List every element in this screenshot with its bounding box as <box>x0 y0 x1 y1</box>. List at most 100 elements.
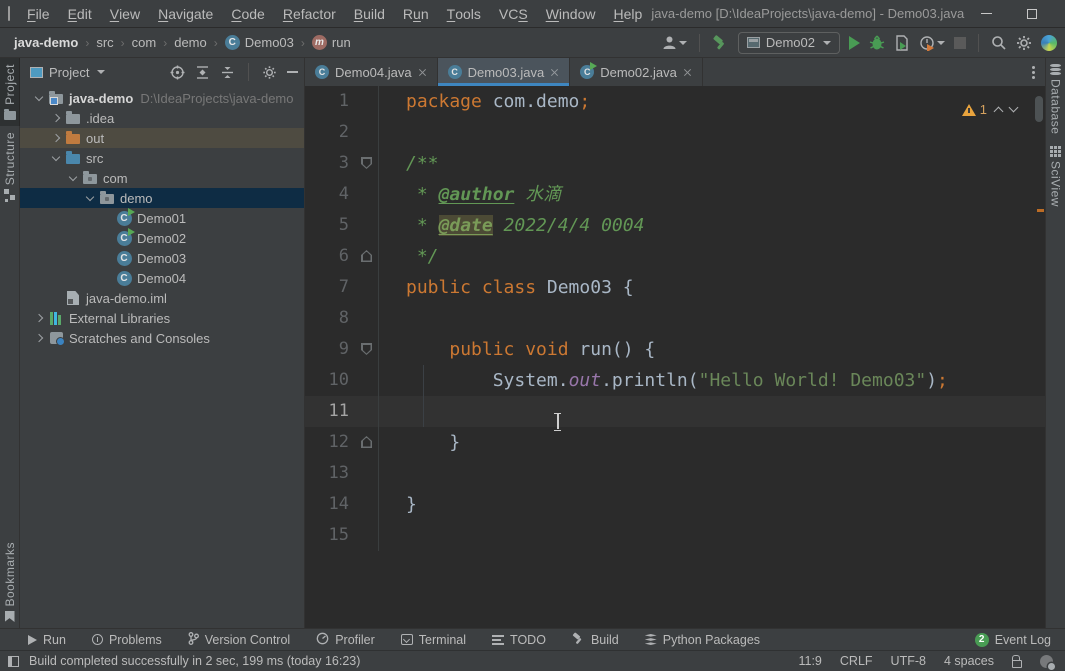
tab-close-icon[interactable] <box>550 68 559 77</box>
code-line-1[interactable]: 1package com.demo; <box>305 86 1045 117</box>
breadcrumb-item-demo[interactable]: demo <box>174 35 207 50</box>
code-line-4[interactable]: 4 * @author 水滴 <box>305 179 1045 210</box>
debug-button[interactable] <box>869 35 885 51</box>
tree-item--idea[interactable]: .idea <box>20 108 304 128</box>
run-with-coverage-button[interactable] <box>894 35 910 51</box>
project-view-selector[interactable]: Project <box>49 65 89 80</box>
toolwindow-button-python-packages[interactable]: Python Packages <box>645 633 760 647</box>
menu-code[interactable]: Code <box>222 0 273 28</box>
line-separator-widget[interactable]: CRLF <box>840 654 873 668</box>
tree-item-src[interactable]: src <box>20 148 304 168</box>
fold-start-icon[interactable] <box>361 343 372 355</box>
tree-item-demo02[interactable]: CDemo02 <box>20 228 304 248</box>
minimize-button[interactable] <box>964 0 1009 28</box>
breadcrumb-item-demo03[interactable]: CDemo03 <box>225 35 294 50</box>
run-configuration-select[interactable]: Demo02 <box>738 32 840 54</box>
settings-sync-icon[interactable] <box>1040 655 1053 668</box>
settings-gear-button[interactable] <box>1016 35 1032 51</box>
stripe-button-project[interactable]: Project <box>0 58 20 126</box>
chevron-collapsed-icon[interactable] <box>49 111 63 125</box>
tab-demo04-java[interactable]: CDemo04.java <box>305 58 438 86</box>
menu-file[interactable]: File <box>18 0 59 28</box>
tab-options-button[interactable] <box>1022 58 1045 86</box>
menu-vcs[interactable]: VCS <box>490 0 537 28</box>
caret-position-widget[interactable]: 11:9 <box>798 654 821 668</box>
code-line-7[interactable]: 7public class Demo03 { <box>305 272 1045 303</box>
search-everywhere-button[interactable] <box>991 35 1007 51</box>
breadcrumb-item-run[interactable]: mrun <box>312 35 351 50</box>
chevron-expanded-icon[interactable] <box>66 171 80 185</box>
toolwindow-button-todo[interactable]: TODO <box>492 633 546 647</box>
tree-item-external-libraries[interactable]: External Libraries <box>20 308 304 328</box>
menu-run[interactable]: Run <box>394 0 438 28</box>
chevron-expanded-icon[interactable] <box>32 91 46 105</box>
code-line-3[interactable]: 3/** <box>305 148 1045 179</box>
stripe-button-database[interactable]: Database <box>1046 58 1065 140</box>
code-line-10[interactable]: 10 System.out.println("Hello World! Demo… <box>305 365 1045 396</box>
profile-button[interactable] <box>662 35 687 50</box>
chevron-down-icon[interactable] <box>97 70 105 74</box>
toolwindow-button-run[interactable]: Run <box>28 633 66 647</box>
previous-problem-button[interactable] <box>994 107 1004 117</box>
inspections-widget[interactable]: 1 <box>962 94 1017 125</box>
toolwindow-toggle-icon[interactable] <box>8 656 19 667</box>
indent-widget[interactable]: 4 spaces <box>944 654 994 668</box>
menu-tools[interactable]: Tools <box>438 0 490 28</box>
chevron-expanded-icon[interactable] <box>83 191 97 205</box>
code-line-8[interactable]: 8 <box>305 303 1045 334</box>
hide-panel-button[interactable] <box>287 71 298 73</box>
chevron-expanded-icon[interactable] <box>49 151 63 165</box>
menu-edit[interactable]: Edit <box>59 0 101 28</box>
tree-item-demo[interactable]: demo <box>20 188 304 208</box>
code-line-14[interactable]: 14} <box>305 489 1045 520</box>
stripe-button-structure[interactable]: Structure <box>0 126 20 206</box>
plugin-sphere-icon[interactable] <box>1041 35 1057 51</box>
tree-item-demo03[interactable]: CDemo03 <box>20 248 304 268</box>
code-line-6[interactable]: 6 */ <box>305 241 1045 272</box>
breadcrumb-item-java-demo[interactable]: java-demo <box>14 35 78 50</box>
expand-all-button[interactable] <box>195 65 210 80</box>
readonly-lock-icon[interactable] <box>1012 660 1022 668</box>
maximize-button[interactable] <box>1009 0 1054 28</box>
tab-close-icon[interactable] <box>418 68 427 77</box>
code-line-11[interactable]: 11 <box>305 396 1045 427</box>
tree-item-com[interactable]: com <box>20 168 304 188</box>
menu-navigate[interactable]: Navigate <box>149 0 222 28</box>
fold-start-icon[interactable] <box>361 157 372 169</box>
stripe-button-bookmarks[interactable]: Bookmarks <box>0 536 20 628</box>
fold-end-icon[interactable] <box>361 436 372 448</box>
tree-item-demo01[interactable]: CDemo01 <box>20 208 304 228</box>
code-line-9[interactable]: 9 public void run() { <box>305 334 1045 365</box>
encoding-widget[interactable]: UTF-8 <box>891 654 926 668</box>
toolwindow-button-problems[interactable]: Problems <box>92 633 162 647</box>
tree-item-demo04[interactable]: CDemo04 <box>20 268 304 288</box>
fold-end-icon[interactable] <box>361 250 372 262</box>
tab-demo02-java[interactable]: CDemo02.java <box>570 58 703 86</box>
breadcrumb-item-src[interactable]: src <box>96 35 113 50</box>
menu-help[interactable]: Help <box>605 0 652 28</box>
next-problem-button[interactable] <box>1009 103 1019 113</box>
collapse-all-button[interactable] <box>220 65 235 80</box>
tree-item-java-demo-iml[interactable]: java-demo.iml <box>20 288 304 308</box>
chevron-collapsed-icon[interactable] <box>49 131 63 145</box>
build-hammer-button[interactable] <box>712 34 729 51</box>
code-editor[interactable]: 1package com.demo;23/**4 * @author 水滴5 *… <box>305 86 1045 628</box>
panel-settings-gear-icon[interactable] <box>262 65 277 80</box>
menu-refactor[interactable]: Refactor <box>274 0 345 28</box>
code-line-2[interactable]: 2 <box>305 117 1045 148</box>
stop-button[interactable] <box>954 37 966 49</box>
chevron-collapsed-icon[interactable] <box>32 311 46 325</box>
tab-close-icon[interactable] <box>683 68 692 77</box>
run-button[interactable] <box>849 36 860 50</box>
breadcrumb-item-com[interactable]: com <box>132 35 157 50</box>
toolwindow-button-build[interactable]: Build <box>572 632 619 648</box>
menu-build[interactable]: Build <box>345 0 394 28</box>
toolwindow-button-terminal[interactable]: Terminal <box>401 633 466 647</box>
tree-item-scratches-and-consoles[interactable]: Scratches and Consoles <box>20 328 304 348</box>
menu-view[interactable]: View <box>101 0 149 28</box>
code-line-12[interactable]: 12 } <box>305 427 1045 458</box>
tab-demo03-java[interactable]: CDemo03.java <box>438 58 571 86</box>
stripe-button-sciview[interactable]: SciView <box>1046 140 1065 213</box>
scrollbar-thumb[interactable] <box>1035 96 1043 122</box>
close-button[interactable] <box>1054 0 1065 28</box>
